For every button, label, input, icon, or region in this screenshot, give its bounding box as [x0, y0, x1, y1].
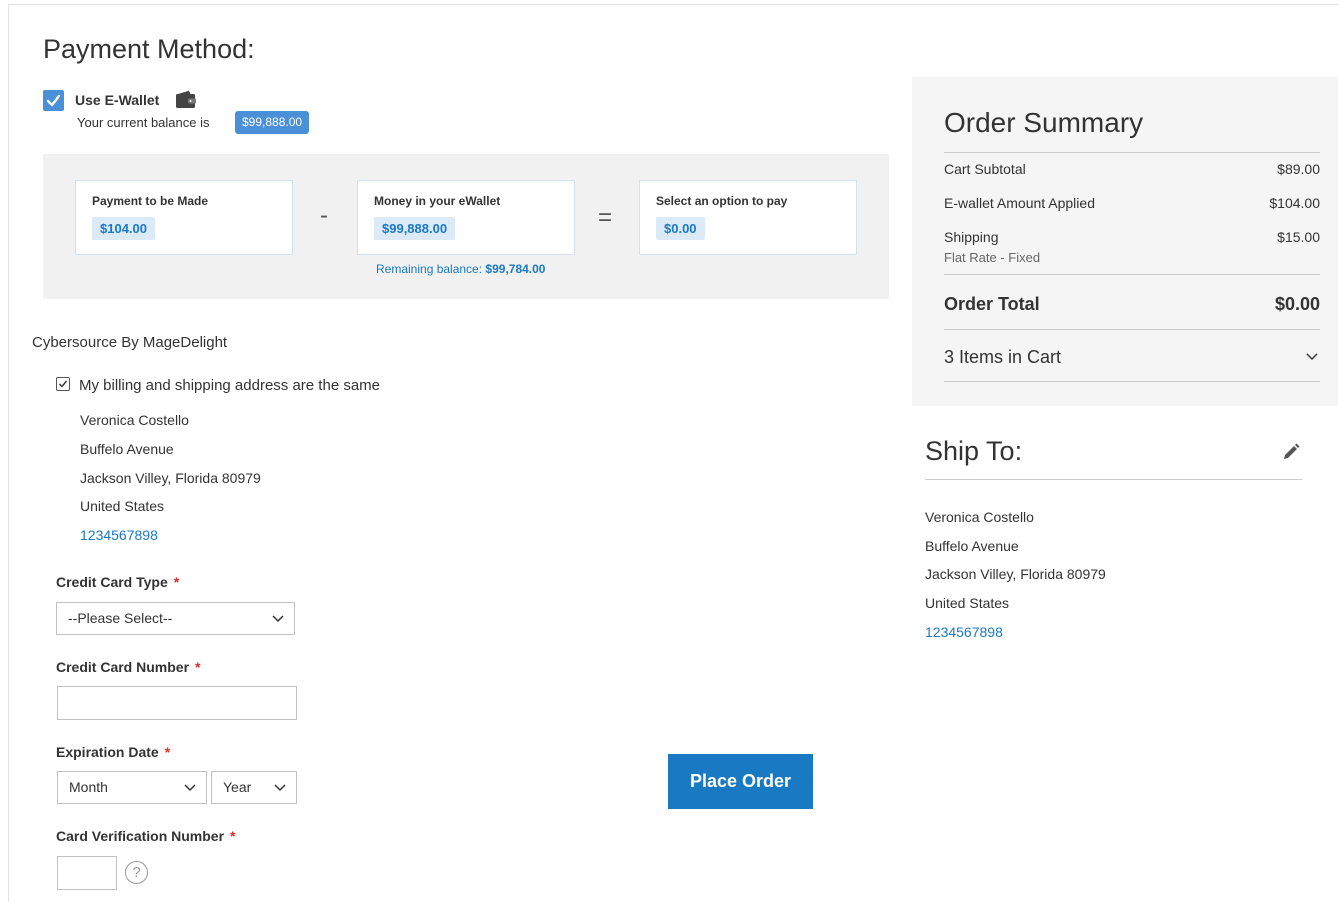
chevron-down-icon	[274, 784, 286, 792]
required-mark: *	[230, 828, 236, 844]
payment-method-name: Cybersource By MageDelight	[32, 334, 228, 351]
remaining-balance: Remaining balance: $99,784.00	[376, 262, 545, 276]
page-top-border	[8, 4, 1338, 5]
summary-row-label: E-wallet Amount Applied	[944, 195, 1095, 211]
ship-to-name: Veronica Costello	[925, 509, 1034, 525]
equals-operator: =	[598, 204, 613, 231]
cc-number-label-text: Credit Card Number	[56, 659, 190, 675]
expiration-date-label-text: Expiration Date	[56, 744, 159, 760]
divider	[944, 152, 1320, 153]
ship-to-phone-link[interactable]: 1234567898	[925, 624, 1003, 640]
cc-number-input[interactable]	[57, 686, 297, 720]
divider	[925, 479, 1302, 480]
summary-row-amount: $104.00	[1269, 195, 1320, 211]
payment-to-be-made-box: Payment to be Made $104.00	[75, 180, 293, 255]
use-ewallet-label[interactable]: Use E-Wallet	[75, 92, 159, 108]
checkmark-icon	[59, 380, 68, 388]
remaining-balance-label: Remaining balance:	[376, 262, 483, 276]
cvv-label: Card Verification Number *	[56, 828, 236, 844]
help-icon[interactable]: ?	[125, 861, 148, 884]
money-in-ewallet-box: Money in your eWallet $99,888.00	[357, 180, 575, 255]
current-balance-badge: $99,888.00	[235, 111, 310, 134]
billing-country: United States	[80, 498, 165, 514]
summary-row-shipping: Shipping $15.00	[944, 229, 1320, 245]
items-in-cart-label: 3 Items in Cart	[944, 347, 1062, 367]
exp-month-select[interactable]: Month	[57, 771, 207, 804]
payment-method-title: Payment Method:	[43, 34, 255, 64]
exp-year-value: Year	[223, 779, 252, 795]
required-mark: *	[164, 744, 171, 760]
ewallet-calculation-panel: Payment to be Made $104.00 - Money in yo…	[43, 154, 889, 299]
summary-row-amount: $15.00	[1277, 229, 1320, 245]
same-address-checkbox[interactable]	[56, 377, 70, 391]
expiration-date-label: Expiration Date *	[56, 744, 170, 760]
option-to-pay-label: Select an option to pay	[656, 194, 788, 208]
page-left-border	[8, 4, 9, 902]
billing-street: Buffelo Avenue	[80, 441, 174, 457]
cvv-input[interactable]	[57, 856, 117, 890]
billing-phone-link[interactable]: 1234567898	[80, 527, 158, 543]
shipping-method-text: Flat Rate - Fixed	[944, 250, 1041, 265]
summary-row-label: Shipping	[944, 229, 999, 245]
divider	[944, 274, 1320, 275]
cc-type-label: Credit Card Type *	[56, 574, 179, 590]
chevron-down-icon	[184, 784, 196, 792]
checkmark-icon	[46, 94, 61, 107]
ship-to-city: Jackson Villey, Florida 80979	[925, 566, 1106, 582]
chevron-down-icon	[272, 615, 284, 623]
money-in-ewallet-label: Money in your eWallet	[374, 194, 501, 208]
summary-row-subtotal: Cart Subtotal $89.00	[944, 161, 1320, 177]
order-summary-panel: Order Summary Cart Subtotal $89.00 E-wal…	[912, 77, 1338, 406]
cvv-label-text: Card Verification Number	[56, 828, 225, 844]
payment-to-be-made-label: Payment to be Made	[92, 194, 209, 208]
summary-row-ewallet: E-wallet Amount Applied $104.00	[944, 195, 1320, 211]
exp-year-select[interactable]: Year	[211, 771, 297, 804]
chevron-down-icon	[1306, 353, 1318, 361]
place-order-button[interactable]: Place Order	[668, 754, 813, 809]
cc-number-label: Credit Card Number *	[56, 659, 200, 675]
minus-operator: -	[320, 202, 328, 229]
money-in-ewallet-value: $99,888.00	[374, 217, 456, 240]
same-address-label[interactable]: My billing and shipping address are the …	[79, 377, 380, 394]
cc-type-select[interactable]: --Please Select--	[56, 602, 295, 635]
use-ewallet-checkbox[interactable]	[43, 90, 64, 111]
summary-row-label: Cart Subtotal	[944, 161, 1026, 177]
remaining-balance-value: $99,784.00	[485, 262, 546, 276]
divider	[944, 329, 1320, 330]
option-to-pay-box: Select an option to pay $0.00	[639, 180, 857, 255]
order-total-amount: $0.00	[1274, 294, 1320, 314]
exp-month-value: Month	[69, 779, 108, 795]
divider	[944, 381, 1320, 382]
cc-type-label-text: Credit Card Type	[56, 574, 168, 590]
billing-name: Veronica Costello	[80, 412, 189, 428]
order-total-row: Order Total $0.00	[944, 294, 1320, 315]
pencil-icon[interactable]	[1281, 442, 1301, 462]
ship-to-title: Ship To:	[925, 436, 1023, 466]
cc-type-value: --Please Select--	[68, 610, 173, 626]
items-in-cart-toggle[interactable]: 3 Items in Cart	[944, 347, 1320, 368]
required-mark: *	[173, 574, 180, 590]
billing-city: Jackson Villey, Florida 80979	[80, 470, 261, 486]
order-summary-title: Order Summary	[944, 107, 1144, 138]
option-to-pay-value: $0.00	[656, 217, 705, 240]
current-balance-text: Your current balance is	[77, 115, 210, 130]
wallet-icon	[176, 90, 196, 108]
ship-to-country: United States	[925, 595, 1010, 611]
order-total-label: Order Total	[944, 294, 1040, 314]
payment-to-be-made-value: $104.00	[92, 217, 155, 240]
ship-to-street: Buffelo Avenue	[925, 538, 1019, 554]
summary-row-amount: $89.00	[1277, 161, 1320, 177]
required-mark: *	[195, 659, 201, 675]
